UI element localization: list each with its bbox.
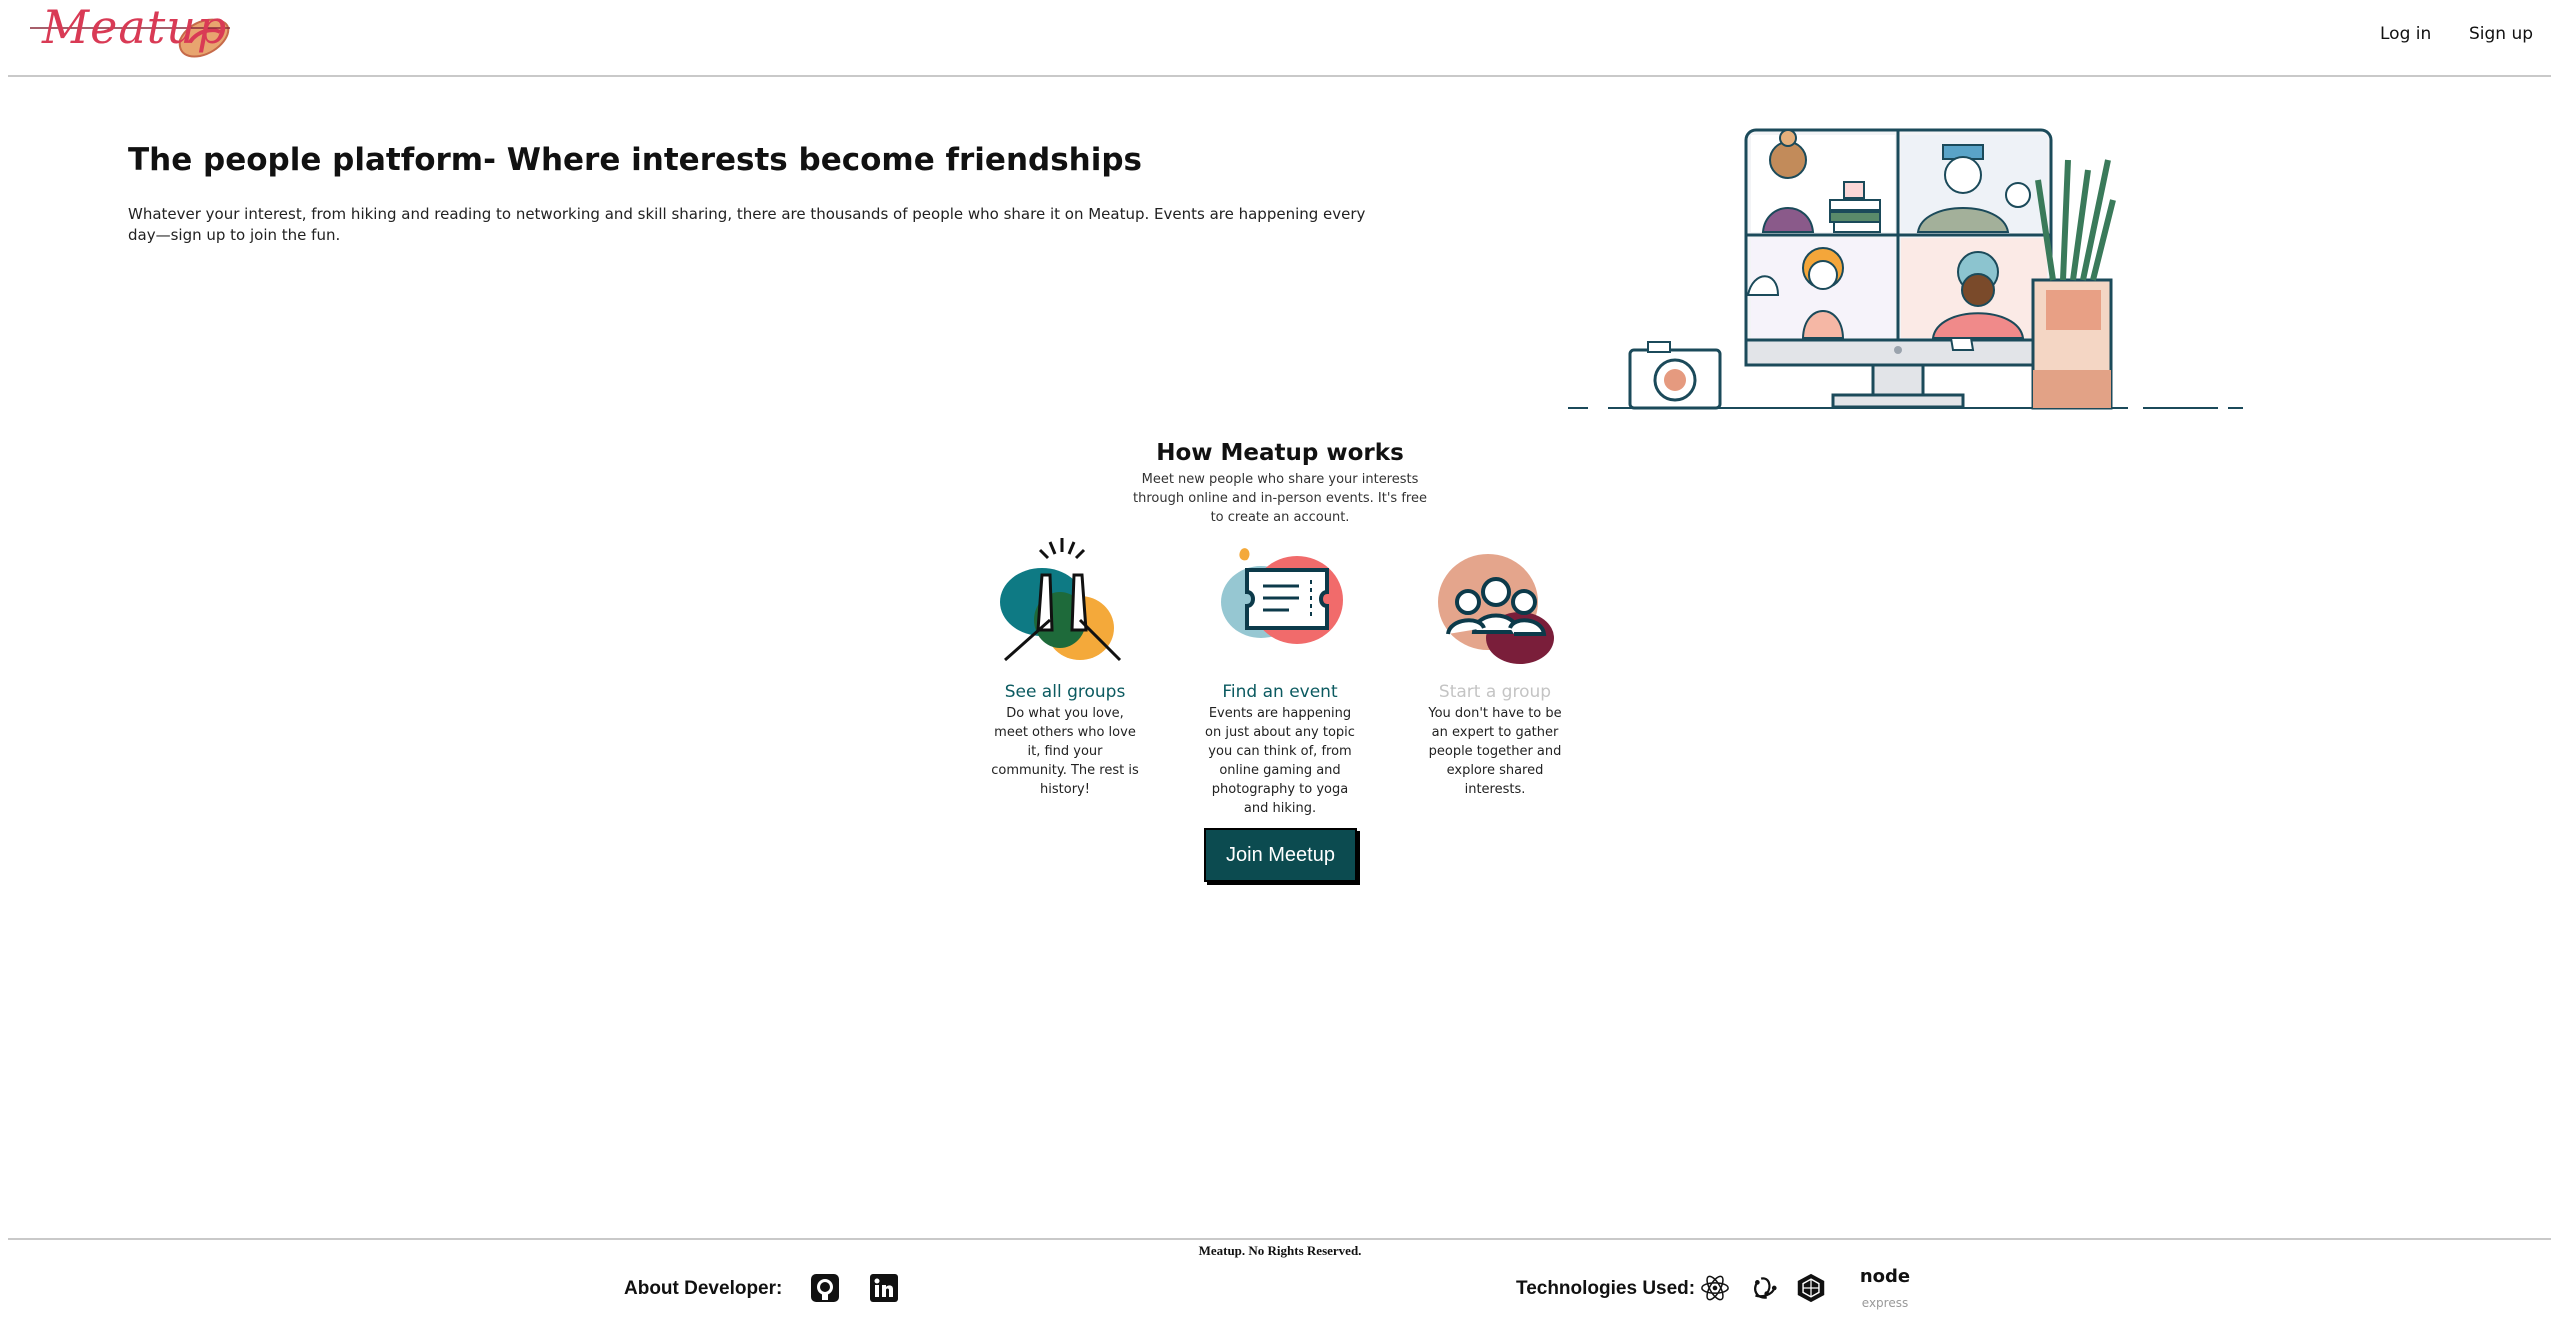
about-developer-label: About Developer: [624, 1278, 783, 1299]
find-an-event-card[interactable]: Find an event Events are happening on ju… [1195, 530, 1365, 818]
hero-title: The people platform- Where interests bec… [128, 142, 1143, 178]
find-an-event-title[interactable]: Find an event [1195, 682, 1365, 702]
people-group-icon [1438, 554, 1554, 664]
how-it-works-description: Meet new people who share your interests… [1133, 472, 1427, 525]
start-a-group-card: Start a group You don't have to be an ex… [1410, 530, 1580, 799]
join-meetup-button[interactable]: Join Meetup [1204, 828, 1357, 882]
meatup-logo[interactable]: Meatup [30, 0, 260, 70]
footer-divider [8, 1238, 2551, 1240]
logo-text: Meatup [42, 0, 228, 54]
react-icon [1700, 1273, 1730, 1303]
header: Meatup Log in Sign up [0, 0, 2557, 76]
technologies-used-label: Technologies Used: [1516, 1278, 1696, 1299]
video-call-illustration [1568, 128, 2243, 410]
start-a-group-description: You don't have to be an expert to gather… [1428, 706, 1562, 797]
high-five-icon [1000, 538, 1122, 662]
node-express-icon: node express [1855, 1265, 1915, 1313]
how-it-works-title: How Meatup works [1156, 440, 1404, 466]
signup-link[interactable]: Sign up [2469, 24, 2533, 44]
see-all-groups-title[interactable]: See all groups [980, 682, 1150, 702]
linkedin-icon[interactable] [869, 1273, 899, 1303]
ticket-icon [1221, 548, 1343, 644]
copyright-text: Meatup. No Rights Reserved. [1198, 1243, 1362, 1258]
github-icon[interactable] [810, 1273, 840, 1303]
express-text: express [1861, 1296, 1909, 1310]
login-link[interactable]: Log in [2380, 24, 2431, 44]
start-a-group-title: Start a group [1438, 682, 1552, 702]
header-divider [8, 75, 2551, 77]
hero-description: Whatever your interest, from hiking and … [128, 205, 1366, 244]
find-an-event-description: Events are happening on just about any t… [1205, 706, 1355, 816]
see-all-groups-card[interactable]: See all groups Do what you love, meet ot… [980, 530, 1150, 799]
see-all-groups-description: Do what you love, meet others who love i… [991, 706, 1139, 797]
node-text: node [1859, 1266, 1911, 1287]
redux-icon [1748, 1273, 1778, 1303]
sequelize-icon [1796, 1273, 1826, 1303]
